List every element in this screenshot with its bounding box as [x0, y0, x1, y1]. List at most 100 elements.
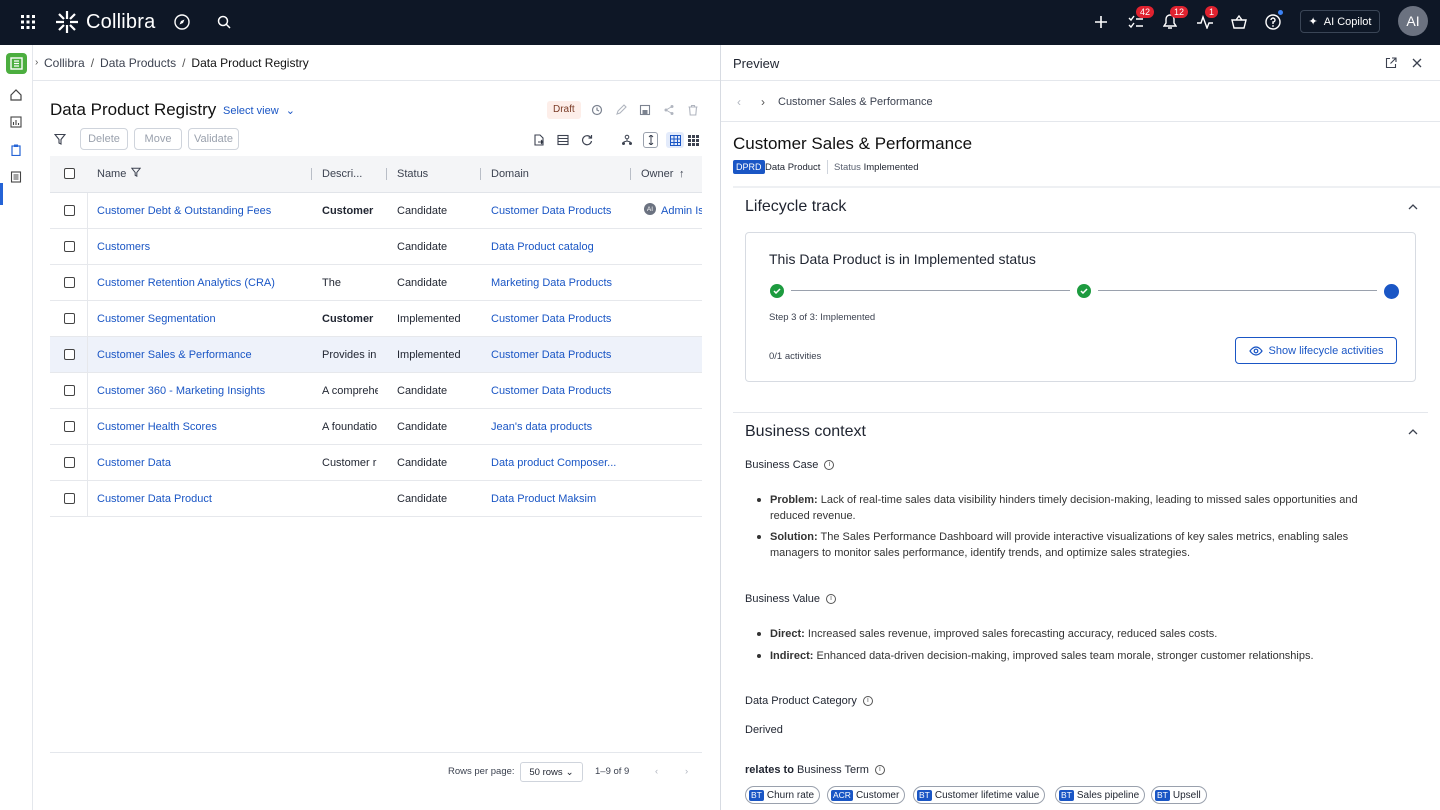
column-separator[interactable] — [386, 168, 387, 180]
row-domain-link[interactable]: Marketing Data Products — [491, 277, 623, 289]
table-row[interactable]: Customer 360 - Marketing Insights A compr… — [50, 373, 702, 409]
hierarchy-icon[interactable] — [620, 133, 634, 147]
row-checkbox[interactable] — [64, 313, 75, 324]
select-all-checkbox[interactable] — [64, 168, 75, 179]
business-term-chip[interactable]: ACR Customer — [827, 786, 906, 804]
table-row[interactable]: Customer Retention Analytics (CRA) The Can… — [50, 265, 702, 301]
document-icon[interactable] — [8, 169, 24, 185]
edit-icon[interactable] — [614, 103, 628, 117]
row-name-link[interactable]: Customer Retention Analytics (CRA) — [97, 277, 307, 289]
basket-icon[interactable] — [1229, 12, 1249, 32]
refresh-icon[interactable] — [580, 133, 594, 147]
user-avatar[interactable]: AI — [1398, 6, 1428, 36]
lifecycle-section-title[interactable]: Lifecycle track — [745, 198, 846, 216]
row-domain-link[interactable]: Customer Data Products — [491, 349, 623, 361]
business-term-chip[interactable]: BT Churn rate — [745, 786, 821, 804]
business-term-chip[interactable]: BT Sales pipeline — [1055, 786, 1146, 804]
table-row[interactable]: Customer Data Customer r Candidate Data pro… — [50, 445, 702, 481]
validate-button[interactable]: Validate — [188, 128, 239, 150]
row-name-link[interactable]: Customer Health Scores — [97, 421, 307, 433]
row-checkbox[interactable] — [64, 421, 75, 432]
row-domain-link[interactable]: Customer Data Products — [491, 385, 623, 397]
row-checkbox[interactable] — [64, 385, 75, 396]
row-domain-link[interactable]: Data Product Maksim — [491, 493, 623, 505]
row-checkbox[interactable] — [64, 205, 75, 216]
table-row[interactable]: Customer Health Scores A foundatio Candida… — [50, 409, 702, 445]
row-domain-link[interactable]: Customer Data Products — [491, 205, 623, 217]
table-row[interactable]: Customers Candidate Data Product catalog — [50, 229, 702, 265]
home-icon[interactable] — [8, 87, 24, 103]
move-button[interactable]: Move — [134, 128, 182, 150]
column-separator[interactable] — [630, 168, 631, 180]
column-header-status[interactable]: Status — [397, 168, 428, 180]
info-icon[interactable]: i — [826, 594, 837, 605]
share-icon[interactable] — [662, 103, 676, 117]
bell-icon[interactable]: 12 — [1160, 6, 1189, 32]
ai-copilot-button[interactable]: ✦ AI Copilot — [1300, 10, 1380, 33]
chart-icon[interactable] — [8, 114, 24, 130]
back-icon[interactable]: ‹ — [732, 95, 746, 109]
row-checkbox[interactable] — [64, 349, 75, 360]
columns-icon[interactable] — [556, 133, 570, 147]
row-checkbox[interactable] — [64, 277, 75, 288]
row-checkbox[interactable] — [64, 241, 75, 252]
export-icon[interactable] — [532, 133, 546, 147]
activity-icon[interactable]: 1 — [1195, 6, 1219, 32]
clipboard-icon[interactable] — [8, 142, 24, 158]
business-context-section-title[interactable]: Business context — [745, 423, 866, 441]
search-icon[interactable] — [214, 12, 234, 32]
forward-icon[interactable]: › — [756, 95, 770, 109]
next-page-icon[interactable]: › — [685, 766, 688, 777]
row-domain-link[interactable]: Jean's data products — [491, 421, 623, 433]
breadcrumb-item-data-products[interactable]: Data Products — [100, 56, 176, 70]
delete-button[interactable]: Delete — [80, 128, 128, 150]
table-row[interactable]: Customer Data Product Candidate Data Produ… — [50, 481, 702, 517]
column-header-owner[interactable]: Owner — [641, 168, 673, 180]
row-name-link[interactable]: Customer Data — [97, 457, 307, 469]
column-header-name[interactable]: Name — [97, 168, 126, 180]
app-grid-icon[interactable] — [18, 12, 38, 32]
row-name-link[interactable]: Customer Segmentation — [97, 313, 307, 325]
history-icon[interactable] — [590, 103, 604, 117]
collibra-logo[interactable]: Collibra — [54, 9, 155, 35]
column-separator[interactable] — [480, 168, 481, 180]
row-height-icon[interactable] — [643, 132, 658, 148]
row-domain-link[interactable]: Data product Composer... — [491, 457, 623, 469]
show-lifecycle-activities-button[interactable]: Show lifecycle activities — [1235, 337, 1397, 364]
preview-breadcrumb[interactable]: Customer Sales & Performance — [778, 96, 933, 108]
close-icon[interactable] — [1410, 56, 1424, 70]
trash-icon[interactable] — [686, 103, 700, 117]
compass-icon[interactable] — [172, 12, 192, 32]
save-icon[interactable] — [638, 103, 652, 117]
info-icon[interactable]: i — [874, 765, 885, 776]
column-separator[interactable] — [311, 168, 312, 180]
row-domain-link[interactable]: Data Product catalog — [491, 241, 623, 253]
open-external-icon[interactable] — [1384, 56, 1398, 70]
column-header-description[interactable]: Descri... — [322, 168, 362, 180]
breadcrumb-item-collibra[interactable]: Collibra — [44, 56, 85, 70]
row-owner-link[interactable]: Admin Is — [661, 205, 702, 217]
row-name-link[interactable]: Customer Debt & Outstanding Fees — [97, 205, 307, 217]
grid-view-icon[interactable] — [686, 133, 700, 147]
row-name-link[interactable]: Customer Data Product — [97, 493, 307, 505]
row-checkbox[interactable] — [64, 493, 75, 504]
prev-page-icon[interactable]: ‹ — [655, 766, 658, 777]
row-name-link[interactable]: Customer Sales & Performance — [97, 349, 307, 361]
sort-ascending-icon[interactable]: ↑ — [679, 168, 685, 180]
row-domain-link[interactable]: Customer Data Products — [491, 313, 623, 325]
row-name-link[interactable]: Customer 360 - Marketing Insights — [97, 385, 307, 397]
select-view-dropdown[interactable]: Select view ⌄ — [223, 104, 295, 117]
draft-badge[interactable]: Draft — [547, 101, 581, 119]
business-term-chip[interactable]: BT Customer lifetime value — [913, 786, 1046, 804]
filter-icon[interactable] — [53, 132, 67, 146]
table-view-icon[interactable] — [666, 132, 684, 148]
column-filter-icon[interactable] — [130, 167, 142, 180]
info-icon[interactable]: i — [862, 696, 873, 707]
rows-per-page-select[interactable]: 50 rows ⌄ — [520, 762, 583, 782]
tasks-icon[interactable]: 42 — [1126, 6, 1155, 32]
table-row[interactable]: Customer Sales & Performance Provides in I… — [50, 337, 702, 373]
add-icon[interactable] — [1091, 12, 1111, 32]
data-product-app-icon[interactable] — [6, 53, 27, 74]
table-row[interactable]: Customer Debt & Outstanding Fees Customer… — [50, 193, 702, 229]
table-row[interactable]: Customer Segmentation Customer Implemented… — [50, 301, 702, 337]
